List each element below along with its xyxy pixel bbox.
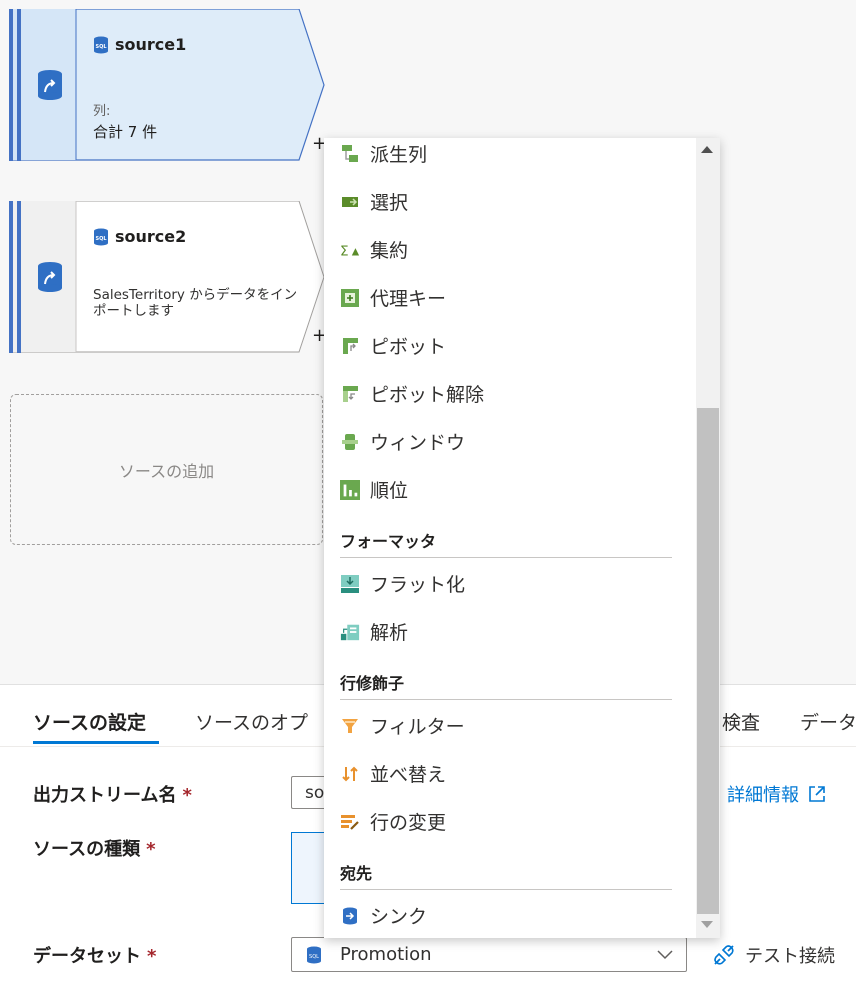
source2-description: SalesTerritory からデータをインポートします	[93, 287, 298, 319]
aggregate-icon: Σ	[340, 240, 360, 260]
column-count-value: 合計 7 件	[93, 123, 158, 141]
add-source-button[interactable]: ソースの追加	[10, 394, 323, 545]
details-link[interactable]: 詳細情報	[727, 781, 827, 807]
node-title: SQL source2	[93, 227, 186, 246]
scroll-up-arrow-icon[interactable]	[701, 146, 713, 153]
source2-title: source2	[115, 227, 187, 246]
parse-icon	[340, 622, 360, 642]
destination-section-header: 宛先	[340, 864, 373, 883]
test-connection-button[interactable]: テスト接続	[711, 942, 835, 968]
node-title: SQL source1	[93, 35, 186, 54]
window-icon	[340, 432, 360, 452]
menu-item-derived-column[interactable]: 派生列	[340, 140, 427, 167]
menu-divider	[340, 889, 672, 890]
tab-source-options[interactable]: ソースのオプ	[195, 708, 308, 735]
node-accent-bar	[17, 9, 21, 161]
source2-node[interactable]: SQL source2 SalesTerritory からデータをインポートしま…	[9, 201, 327, 353]
dataset-select[interactable]: SQL Promotion	[291, 937, 687, 972]
source1-node[interactable]: SQL source1 列: 合計 7 件	[9, 9, 327, 161]
chevron-down-icon	[657, 950, 673, 960]
menu-item-unpivot[interactable]: ピボット解除	[340, 380, 484, 407]
sort-icon	[340, 764, 360, 784]
database-source-icon	[38, 70, 62, 100]
svg-text:Σ: Σ	[340, 243, 349, 259]
active-tab-indicator	[33, 741, 159, 744]
scroll-down-arrow-icon[interactable]	[701, 921, 713, 928]
column-count-label: 列:	[93, 104, 111, 119]
select-icon	[340, 192, 360, 212]
menu-scrollbar-thumb[interactable]	[697, 408, 719, 914]
sql-database-icon: SQL	[94, 36, 108, 53]
surrogate-key-icon	[340, 288, 360, 308]
sink-icon	[340, 906, 360, 926]
menu-item-rank[interactable]: 順位	[340, 476, 408, 503]
menu-item-sort[interactable]: 並べ替え	[340, 760, 446, 787]
menu-item-surrogate-key[interactable]: 代理キー	[340, 284, 446, 311]
menu-item-window[interactable]: ウィンドウ	[340, 428, 465, 455]
menu-item-aggregate[interactable]: Σ 集約	[340, 236, 408, 263]
transform-menu: 派生列 選択 Σ 集約 代理キー ピボット ピボット解除 ウィンドウ 順位 フォ…	[324, 138, 720, 938]
menu-divider	[340, 557, 672, 558]
tab-source-settings[interactable]: ソースの設定	[33, 708, 146, 735]
rank-icon	[340, 479, 360, 500]
add-source-label: ソースの追加	[118, 461, 215, 481]
sql-database-icon: SQL	[307, 946, 321, 964]
dataset-value: Promotion	[340, 944, 432, 965]
svg-text:SQL: SQL	[95, 44, 107, 50]
database-source-icon	[38, 262, 62, 292]
menu-item-pivot[interactable]: ピボット	[340, 332, 446, 359]
node-accent-bar	[9, 9, 13, 161]
alter-row-icon	[340, 812, 360, 832]
menu-divider	[340, 699, 672, 700]
output-stream-label: 出力ストリーム名 *	[33, 785, 192, 806]
node-accent-bar	[9, 201, 13, 353]
svg-text:SQL: SQL	[95, 236, 107, 242]
menu-item-select[interactable]: 選択	[340, 188, 408, 215]
derived-column-icon	[340, 144, 360, 164]
formatter-section-header: フォーマッタ	[340, 532, 437, 551]
filter-icon	[340, 716, 360, 736]
source1-title: source1	[115, 35, 187, 54]
source-type-label: ソースの種類 *	[33, 839, 156, 860]
menu-item-flatten[interactable]: フラット化	[340, 570, 465, 597]
sql-database-icon: SQL	[94, 228, 108, 245]
menu-item-filter[interactable]: フィルター	[340, 712, 465, 739]
pivot-icon	[340, 336, 360, 356]
unpivot-icon	[340, 384, 360, 404]
plug-connection-icon	[714, 945, 734, 965]
menu-item-alter-row[interactable]: 行の変更	[340, 808, 446, 835]
external-link-icon	[809, 786, 825, 802]
menu-item-parse[interactable]: 解析	[340, 618, 408, 645]
row-modifier-section-header: 行修飾子	[340, 674, 405, 693]
node-accent-bar	[17, 201, 21, 353]
menu-item-sink[interactable]: シンク	[340, 902, 427, 929]
svg-text:SQL: SQL	[309, 954, 319, 960]
dataset-label: データセット *	[33, 946, 157, 967]
flatten-icon	[340, 574, 360, 594]
tab-inspect[interactable]: 検査	[722, 708, 760, 735]
tab-data-preview[interactable]: データ	[800, 708, 856, 735]
